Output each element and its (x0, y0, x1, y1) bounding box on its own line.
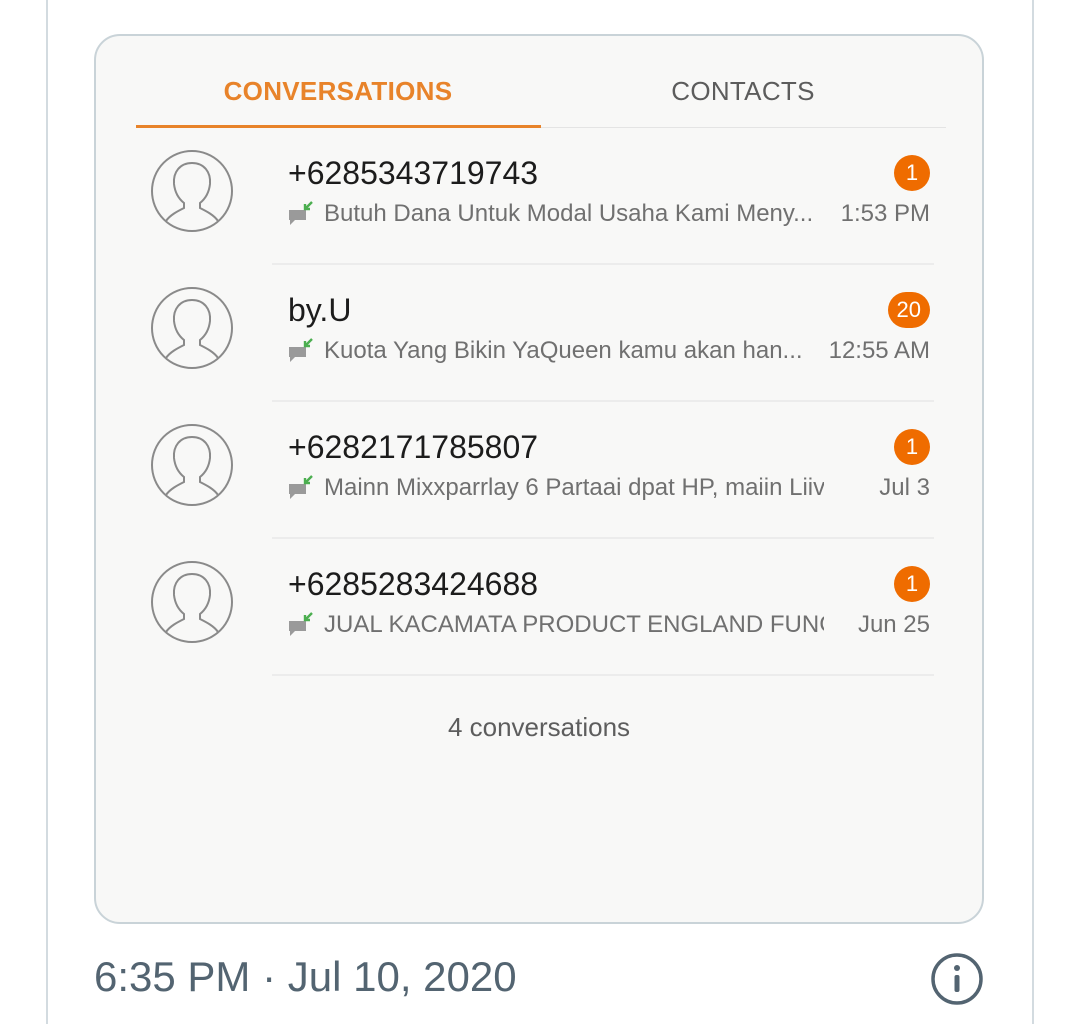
person-outline-icon (151, 287, 233, 369)
unread-badge: 1 (894, 155, 930, 191)
message-preview: JUAL KACAMATA PRODUCT ENGLAND FUNG... (324, 611, 824, 638)
conversation-row[interactable]: +6282171785807 1 Mainn Mixxparrlay 6 Par… (96, 402, 982, 539)
left-border-line (46, 0, 48, 1024)
unread-badge: 1 (894, 566, 930, 602)
tab-conversations[interactable]: CONVERSATIONS (136, 76, 540, 107)
conversation-name: +6285343719743 (288, 155, 539, 191)
conversation-row[interactable]: +6285343719743 1 Butuh Dana Untuk Modal … (96, 128, 982, 265)
tab-contacts[interactable]: CONTACTS (541, 76, 945, 107)
conversation-count: 4 conversations (447, 712, 631, 742)
person-outline-icon (151, 150, 233, 232)
conversation-name: +6282171785807 (288, 429, 539, 465)
person-outline-icon (151, 424, 233, 506)
post-timestamp[interactable]: 6:35 PM · Jul 10, 2020 (94, 953, 517, 1001)
right-border-line (1032, 0, 1034, 1024)
row-divider (272, 674, 934, 676)
incoming-message-icon (289, 612, 313, 636)
message-preview: Mainn Mixxparrlay 6 Partaai dpat HP, mai… (324, 474, 824, 501)
person-outline-icon (151, 561, 233, 643)
conversation-name: by.U (288, 292, 352, 328)
message-time: 12:55 AM (828, 337, 930, 364)
message-preview: Kuota Yang Bikin YaQueen kamu akan han..… (324, 337, 803, 364)
conversation-row[interactable]: +6285283424688 1 JUAL KACAMATA PRODUCT E… (96, 539, 982, 676)
message-time: Jul 3 (879, 474, 930, 501)
incoming-message-icon (289, 338, 313, 362)
message-time: 1:53 PM (840, 200, 930, 227)
conversation-row[interactable]: by.U 20 Kuota Yang Bikin YaQueen kamu ak… (96, 265, 982, 402)
incoming-message-icon (289, 475, 313, 499)
message-preview: Butuh Dana Untuk Modal Usaha Kami Meny..… (324, 200, 814, 227)
message-time: Jun 25 (857, 611, 930, 638)
incoming-message-icon (289, 201, 313, 225)
unread-badge: 1 (894, 429, 930, 465)
messages-screenshot-card: CONVERSATIONS CONTACTS +6285343719743 1 … (94, 34, 984, 924)
conversation-name: +6285283424688 (288, 566, 539, 602)
unread-badge: 20 (887, 292, 930, 328)
info-icon[interactable] (930, 952, 984, 1006)
